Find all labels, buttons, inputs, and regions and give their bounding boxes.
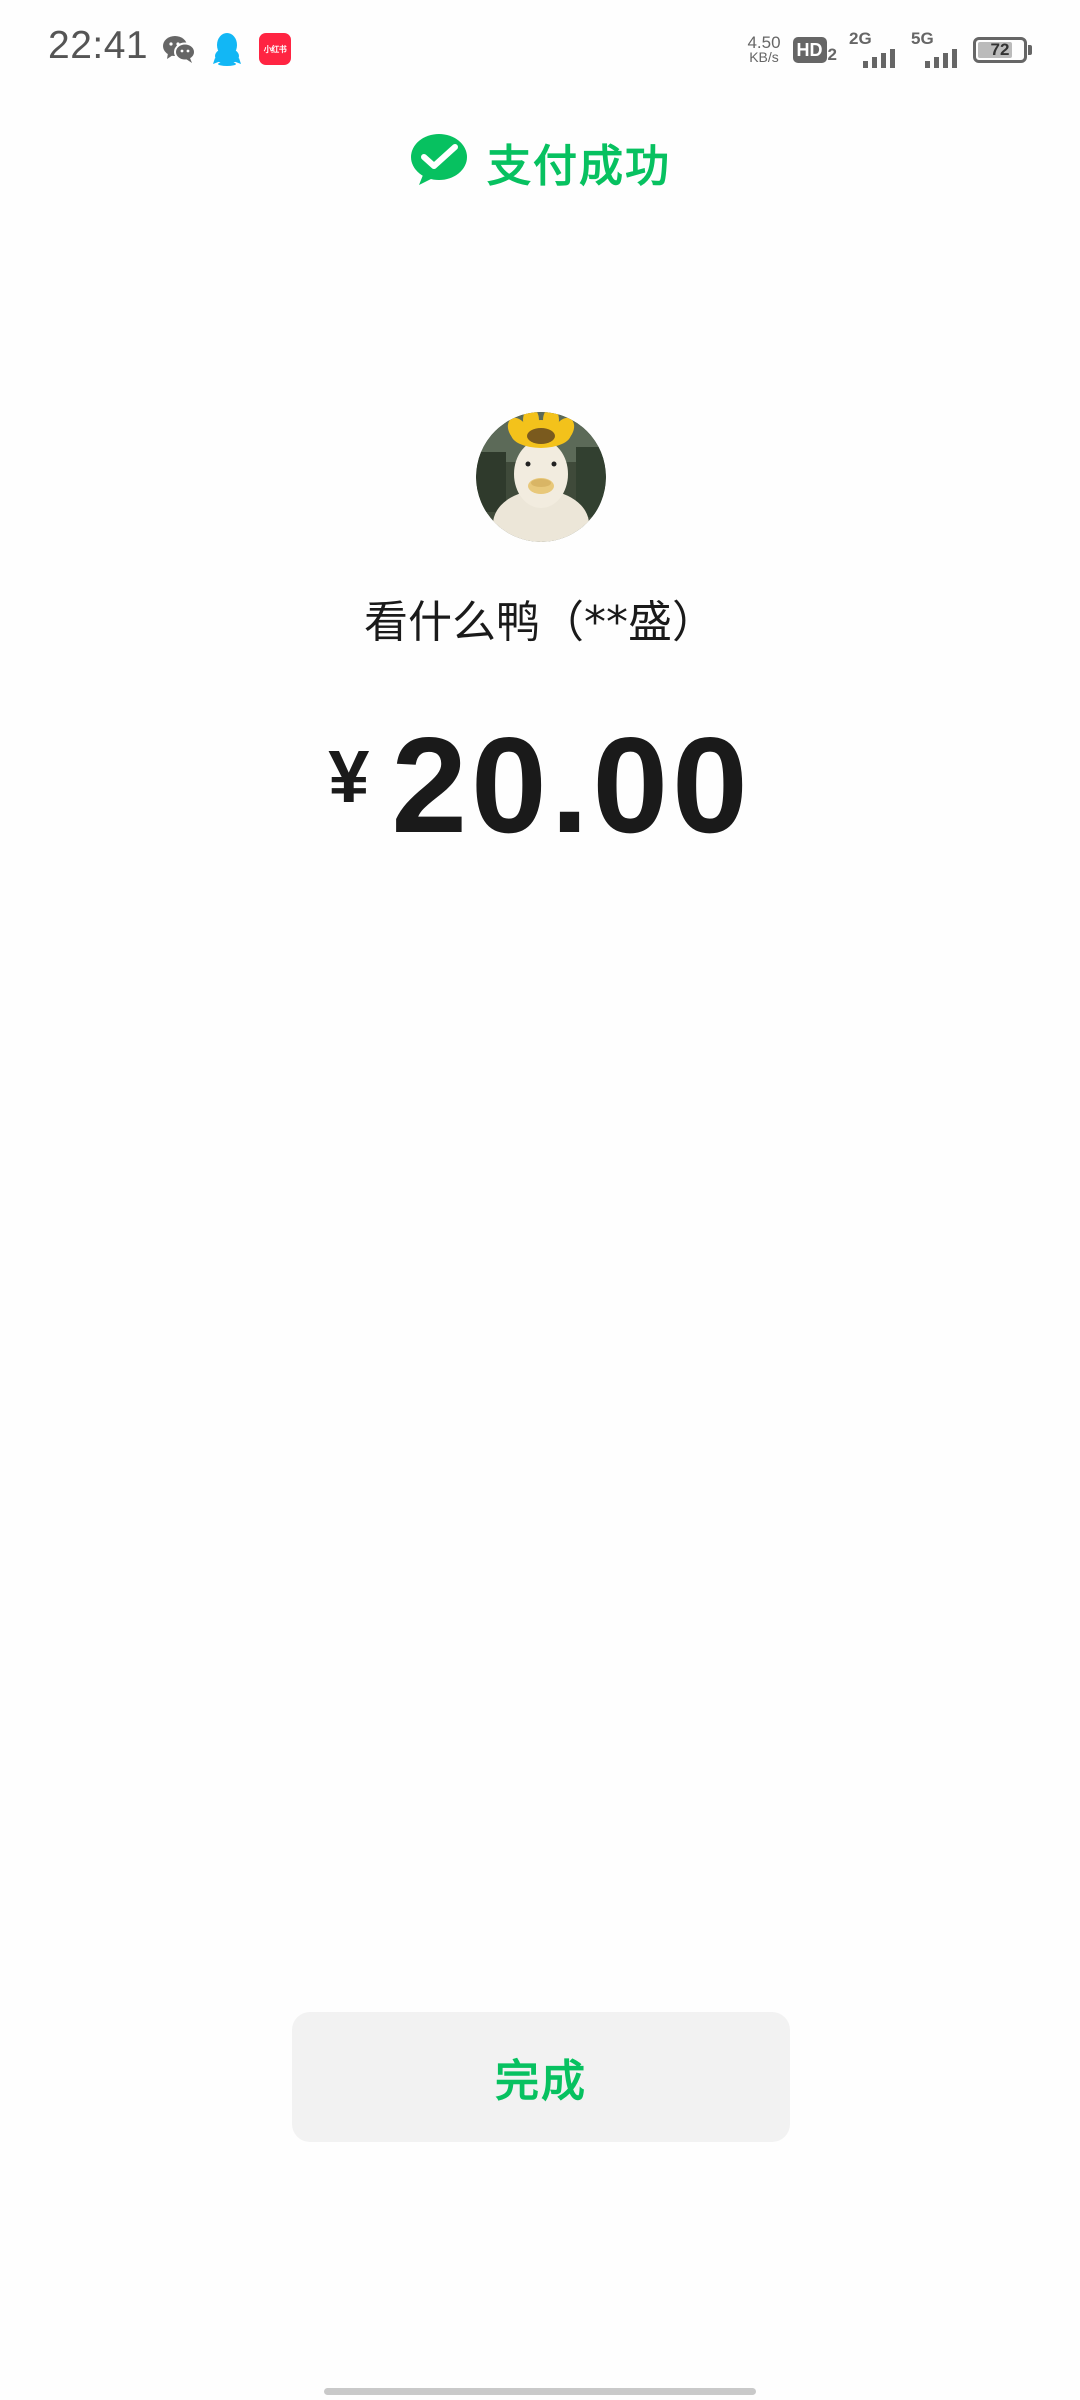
wechat-pay-check-icon xyxy=(409,133,469,191)
battery-tip xyxy=(1028,45,1032,55)
amount-row: ¥ 20.00 xyxy=(0,710,1080,860)
status-time: 22:41 xyxy=(48,24,149,67)
signal-5g-label: 5G xyxy=(911,29,934,48)
wechat-icon xyxy=(162,32,196,66)
payment-result-header: 支付成功 xyxy=(0,130,1080,194)
xiaohongshu-icon: 小红书 xyxy=(258,32,292,66)
system-indicators: 4.50 KB/s HD 2 2G 5G 72 xyxy=(747,28,1032,72)
payment-success-screen: 22:41 小红书 4.50 KB/s HD 2 2G 5G 72 支付成功 看… xyxy=(0,0,1080,2400)
payee-avatar xyxy=(476,412,606,542)
payee-name: 看什么鸭（**盛） xyxy=(364,597,716,648)
network-speed: 4.50 KB/s xyxy=(747,33,781,65)
signal-5g-icon: 5G xyxy=(911,30,961,70)
home-indicator[interactable] xyxy=(324,2388,756,2395)
currency-symbol: ¥ xyxy=(328,735,370,818)
battery-body: 72 xyxy=(973,37,1027,63)
network-speed-value: 4.50 xyxy=(747,33,781,52)
hd-label: HD xyxy=(792,37,827,63)
qq-icon xyxy=(210,32,244,66)
payment-amount: 20.00 xyxy=(391,709,752,861)
done-button[interactable]: 完成 xyxy=(292,2012,790,2142)
signal-2g-label: 2G xyxy=(849,29,872,48)
battery-icon: 72 xyxy=(973,37,1032,63)
network-speed-unit: KB/s xyxy=(749,49,779,65)
hd-sub: 2 xyxy=(827,45,837,64)
notification-icons: 小红书 xyxy=(162,32,292,66)
hd-voice-icon: HD 2 xyxy=(792,37,837,64)
page-title: 支付成功 xyxy=(487,141,671,192)
status-bar: 22:41 小红书 4.50 KB/s HD 2 2G 5G 72 xyxy=(0,0,1080,100)
battery-level: 72 xyxy=(990,40,1010,59)
done-button-label: 完成 xyxy=(495,2056,587,2107)
signal-2g-icon: 2G xyxy=(849,30,899,70)
xiaohongshu-label: 小红书 xyxy=(259,33,291,65)
